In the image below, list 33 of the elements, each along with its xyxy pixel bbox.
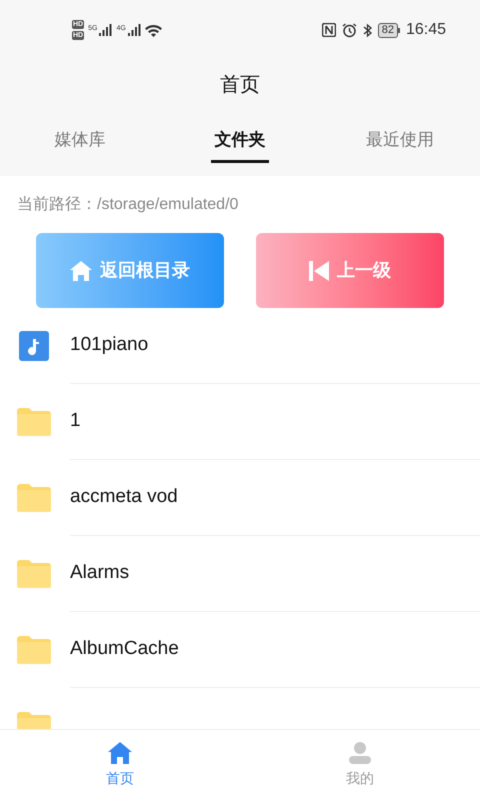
tab[interactable]: 媒体库 — [0, 110, 160, 176]
home-icon — [108, 742, 132, 764]
file-row[interactable]: accmeta vod — [0, 460, 480, 536]
file-name: Alarms — [70, 561, 130, 586]
music-note-icon — [19, 331, 49, 361]
folder-icon — [17, 636, 51, 664]
home-icon — [70, 260, 92, 280]
file-row[interactable]: AlbumCache — [0, 612, 480, 688]
tab[interactable]: 文件夹 — [160, 110, 320, 176]
signal-icon — [98, 24, 112, 36]
file-name: 1 — [70, 409, 81, 434]
bluetooth-icon — [362, 22, 372, 38]
battery-level: 82 — [378, 22, 398, 38]
folder-icon — [17, 408, 51, 436]
clock-time: 16:45 — [406, 20, 446, 40]
tab[interactable]: 最近使用 — [320, 110, 480, 176]
folder-icon — [17, 560, 51, 588]
file-name: 101piano — [70, 333, 148, 358]
file-name: accmeta vod — [70, 485, 178, 510]
file-row[interactable]: 101piano — [0, 308, 480, 384]
file-row[interactable]: Alarms — [0, 536, 480, 612]
skip-back-icon — [309, 260, 329, 280]
file-name: AlbumCache — [70, 637, 179, 662]
file-row[interactable]: 1 — [0, 384, 480, 460]
current-path: 当前路径：/storage/emulated/0 — [17, 196, 238, 213]
alarm-icon — [342, 22, 357, 38]
bottom-nav-item[interactable]: 首页 — [0, 730, 240, 800]
signal-icon — [126, 24, 141, 36]
person-icon — [349, 742, 371, 764]
folder-icon — [17, 484, 51, 512]
nfc-icon — [322, 23, 336, 37]
page-title: 首页 — [220, 73, 260, 98]
wifi-icon — [144, 24, 162, 36]
